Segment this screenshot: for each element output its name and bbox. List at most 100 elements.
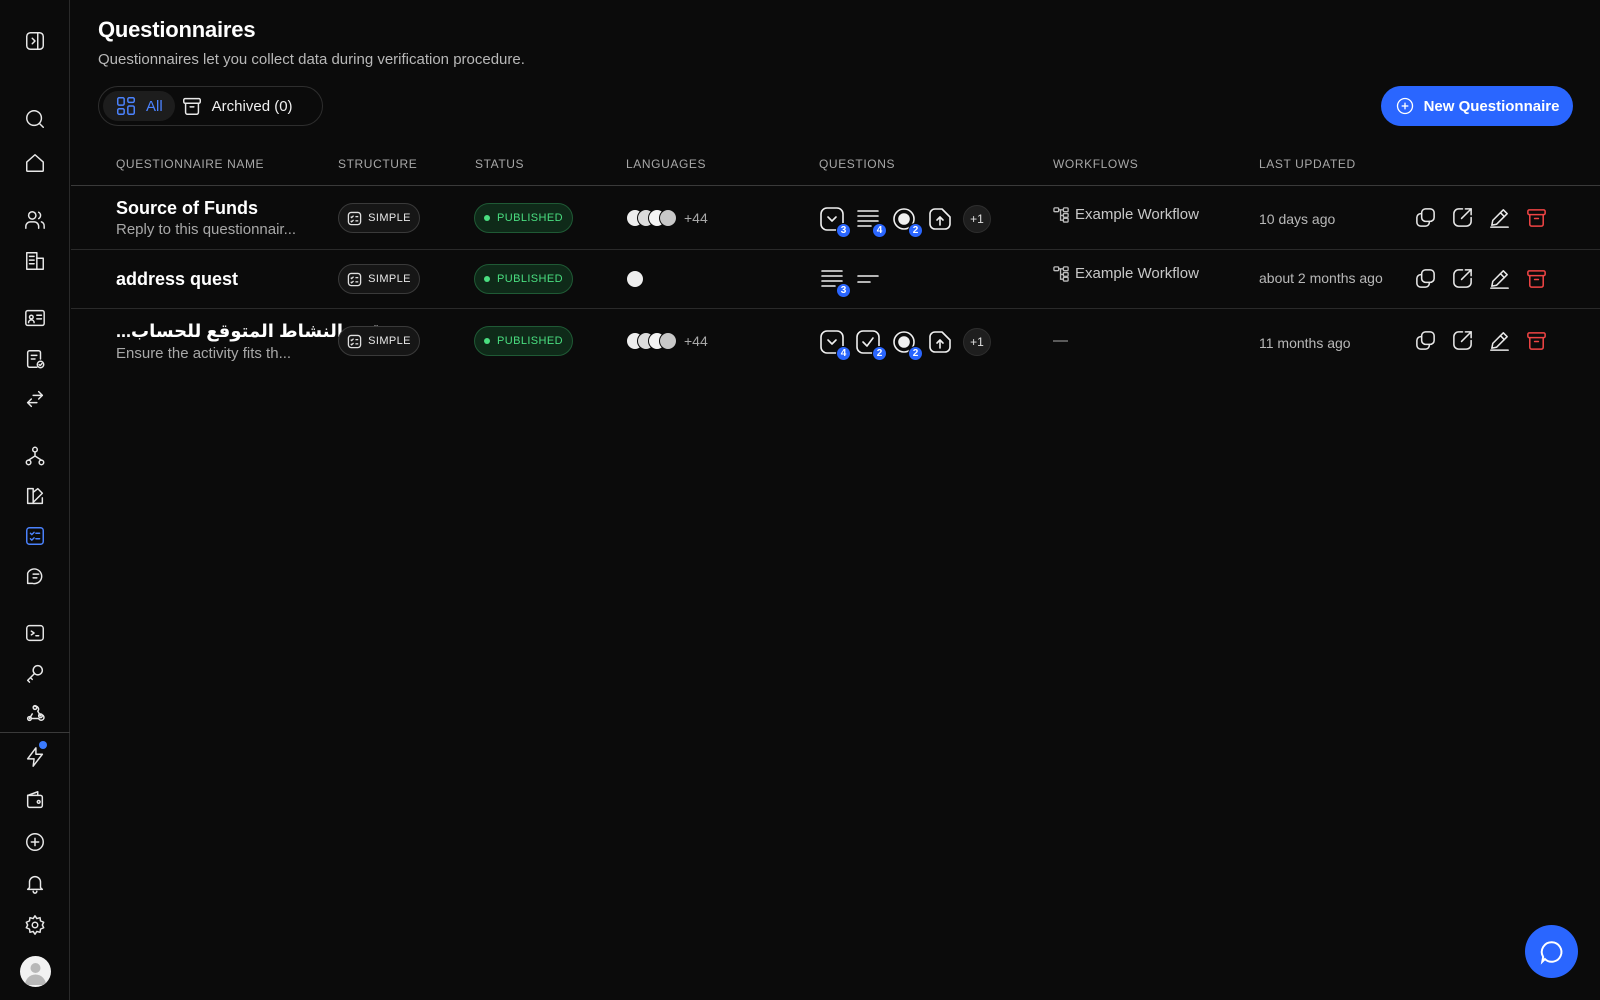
question-types: 3 (819, 266, 881, 298)
notification-dot (39, 741, 47, 749)
question-count-badge: 2 (908, 223, 923, 238)
key-icon[interactable] (22, 660, 48, 686)
language-flags[interactable] (626, 270, 644, 288)
open-external-icon[interactable] (1451, 206, 1474, 229)
question-count-badge: 2 (908, 346, 923, 361)
workflow-icon[interactable] (22, 443, 48, 469)
checkbox-icon: 2 (855, 329, 887, 361)
archive-icon[interactable] (1525, 329, 1548, 352)
duplicate-icon[interactable] (1414, 267, 1437, 290)
status-badge: PUBLISHED (474, 264, 573, 294)
workflow-tree-icon (1053, 266, 1069, 282)
chat-support-button[interactable] (1525, 925, 1578, 978)
new-questionnaire-label: New Questionnaire (1423, 97, 1560, 115)
structure-badge: SIMPLE (338, 326, 420, 356)
question-types: 3 4 2 +1 (819, 205, 991, 238)
questions-more-count[interactable]: +1 (963, 328, 991, 356)
edit-icon[interactable] (1488, 329, 1511, 352)
question-count-badge: 3 (836, 283, 851, 298)
edit-icon[interactable] (1488, 206, 1511, 229)
settings-icon[interactable] (22, 912, 48, 938)
status-label: PUBLISHED (497, 212, 563, 224)
column-header-questions: QUESTIONS (819, 157, 896, 171)
questionnaire-name[interactable]: address quest (116, 269, 238, 290)
question-count-badge: 4 (872, 223, 887, 238)
column-header-last-updated: LAST UPDATED (1259, 157, 1356, 171)
webhooks-icon[interactable] (22, 700, 48, 726)
table-row[interactable]: ...قة والنشاط المتوقع للحساب Ensure the … (71, 310, 1600, 375)
questionnaire-description: Ensure the activity fits th... (116, 345, 292, 362)
user-avatar[interactable] (20, 956, 51, 987)
id-card-icon[interactable] (22, 305, 48, 331)
status-label: PUBLISHED (497, 273, 563, 285)
language-flags[interactable]: +44 (626, 332, 708, 350)
status-dot (484, 338, 491, 344)
cases-icon[interactable] (22, 563, 48, 589)
languages-more-count: +44 (684, 333, 708, 349)
filter-archived-button[interactable]: Archived (0) (175, 91, 305, 121)
chat-bubble-icon (1540, 940, 1562, 965)
sidebar-toggle-icon[interactable] (22, 28, 48, 54)
column-header-structure: STRUCTURE (338, 157, 418, 171)
radio-icon: 2 (891, 329, 923, 361)
add-circle-icon[interactable] (22, 829, 48, 855)
structure-label: SIMPLE (368, 273, 411, 285)
edit-icon[interactable] (1488, 267, 1511, 290)
questionnaire-name[interactable]: Source of Funds (116, 198, 258, 219)
open-external-icon[interactable] (1451, 329, 1474, 352)
language-flags[interactable]: +44 (626, 209, 708, 227)
question-count-badge: 3 (836, 223, 851, 238)
file-upload-icon (927, 329, 953, 355)
questionnaire-description: Reply to this questionnair... (116, 221, 297, 238)
users-icon[interactable] (22, 207, 48, 233)
branding-icon[interactable] (22, 483, 48, 509)
filter-toggle-group: All Archived (0) (98, 86, 323, 126)
document-check-icon[interactable] (22, 346, 48, 372)
transactions-icon[interactable] (22, 386, 48, 412)
search-icon[interactable] (22, 106, 48, 132)
long-text-icon: 4 (855, 206, 887, 238)
row-actions (1414, 267, 1548, 290)
grid-icon (117, 97, 135, 115)
terminal-icon[interactable] (22, 620, 48, 646)
new-questionnaire-button[interactable]: New Questionnaire (1381, 86, 1573, 126)
form-icon (347, 334, 362, 348)
workflow-empty: — (1053, 332, 1068, 349)
file-upload-icon (927, 206, 953, 232)
row-actions (1414, 329, 1548, 352)
status-dot (484, 215, 491, 221)
dropdown-icon: 3 (819, 206, 851, 238)
questions-more-count[interactable]: +1 (963, 205, 991, 233)
workflow-name: Example Workflow (1075, 206, 1199, 223)
table-row[interactable]: Source of Funds Reply to this questionna… (71, 186, 1600, 250)
archive-icon[interactable] (1525, 267, 1548, 290)
plus-circle-icon (1396, 97, 1413, 115)
last-updated: 11 months ago (1259, 335, 1351, 351)
structure-label: SIMPLE (368, 335, 411, 347)
duplicate-icon[interactable] (1414, 329, 1437, 352)
table-row[interactable]: address quest SIMPLE PUBLISHED 3 Example… (71, 251, 1600, 309)
duplicate-icon[interactable] (1414, 206, 1437, 229)
open-external-icon[interactable] (1451, 267, 1474, 290)
workflow-link[interactable]: Example Workflow (1053, 265, 1199, 282)
language-flag (626, 270, 644, 288)
status-label: PUBLISHED (497, 335, 563, 347)
dropdown-icon: 4 (819, 329, 851, 361)
workflow-link[interactable]: Example Workflow (1053, 206, 1199, 223)
form-icon (347, 211, 362, 225)
column-header-status: STATUS (475, 157, 525, 171)
structure-badge: SIMPLE (338, 203, 420, 233)
radio-icon: 2 (891, 206, 923, 238)
archive-icon[interactable] (1525, 206, 1548, 229)
bell-icon[interactable] (22, 870, 48, 896)
page-subtitle: Questionnaires let you collect data duri… (98, 51, 525, 68)
home-icon[interactable] (22, 150, 48, 176)
row-actions (1414, 206, 1548, 229)
wallet-icon[interactable] (22, 787, 48, 813)
question-types: 4 2 2 +1 (819, 328, 991, 361)
structure-label: SIMPLE (368, 212, 411, 224)
questionnaires-icon[interactable] (22, 523, 48, 549)
companies-icon[interactable] (22, 248, 48, 274)
filter-all-button[interactable]: All (103, 91, 175, 121)
column-header-languages: LANGUAGES (626, 157, 707, 171)
